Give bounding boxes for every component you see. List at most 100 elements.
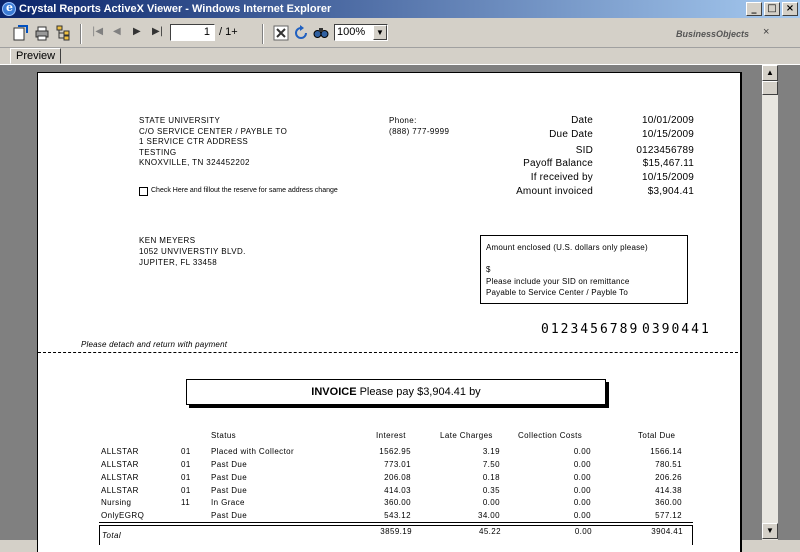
row-account: ALLSTAR xyxy=(101,473,139,482)
row-total: 360.00 xyxy=(655,498,682,507)
minimize-button[interactable]: _ xyxy=(746,2,762,16)
detach-line xyxy=(38,352,740,353)
summary-label: Date xyxy=(571,115,593,126)
last-page-icon[interactable]: ▶| xyxy=(152,26,163,37)
vertical-scrollbar[interactable]: ▲ ▼ xyxy=(762,65,778,540)
close-icon[interactable]: × xyxy=(763,26,769,38)
sender-line: TESTING xyxy=(139,148,177,157)
summary-value: 10/15/2009 xyxy=(641,172,694,183)
invoice-banner: INVOICE Please pay $3,904.41 by xyxy=(186,379,606,405)
row-total: 206.26 xyxy=(655,473,682,482)
zoom-select[interactable]: 100% ▼ xyxy=(334,24,388,41)
row-late: 34.00 xyxy=(477,511,500,520)
row-status: Past Due xyxy=(211,460,248,469)
group-tree-icon[interactable] xyxy=(56,25,72,41)
summary-value: 10/01/2009 xyxy=(641,115,694,126)
address-change-label: Check Here and fillout the reserve for s… xyxy=(151,187,338,194)
sender-line: STATE UNIVERSITY xyxy=(139,116,221,125)
row-code: 01 xyxy=(181,486,191,495)
total-label: Total xyxy=(102,531,122,540)
summary-label: Amount invoiced xyxy=(516,186,593,197)
scroll-up-icon[interactable]: ▲ xyxy=(762,65,778,81)
amount-barcode: 0390441 xyxy=(642,322,711,337)
row-status: Past Due xyxy=(211,486,248,495)
sid-barcode: 0123456789 xyxy=(541,322,640,337)
chevron-down-icon[interactable]: ▼ xyxy=(373,25,387,40)
remit-line: Payable to Service Center / Payble To xyxy=(486,288,628,297)
row-account: ALLSTAR xyxy=(101,447,139,456)
remit-currency: $ xyxy=(486,265,491,274)
previous-page-icon[interactable]: ◀ xyxy=(113,26,121,37)
row-total: 414.38 xyxy=(655,486,682,495)
preview-pane: STATE UNIVERSITY C/O SERVICE CENTER / PA… xyxy=(0,64,800,552)
row-total: 577.12 xyxy=(655,511,682,520)
export-icon[interactable] xyxy=(12,25,28,41)
row-interest: 543.12 xyxy=(384,511,411,520)
row-code: 01 xyxy=(181,460,191,469)
row-interest: 1562.95 xyxy=(379,447,411,456)
search-icon[interactable] xyxy=(313,25,329,41)
scroll-down-icon[interactable]: ▼ xyxy=(762,523,778,539)
page-total: / 1+ xyxy=(219,26,238,38)
row-code: 11 xyxy=(181,498,191,507)
row-interest: 773.01 xyxy=(384,460,411,469)
row-late: 0.35 xyxy=(482,486,500,495)
col-header-total: Total Due xyxy=(638,431,676,440)
scroll-thumb[interactable] xyxy=(762,81,778,95)
report-page: STATE UNIVERSITY C/O SERVICE CENTER / PA… xyxy=(37,72,742,552)
close-button[interactable]: × xyxy=(782,2,798,16)
total-late: 45.22 xyxy=(478,527,501,536)
row-collection: 0.00 xyxy=(573,511,591,520)
address-change-checkbox[interactable] xyxy=(139,187,148,196)
first-page-icon[interactable]: |◀ xyxy=(92,26,103,37)
row-interest: 206.08 xyxy=(384,473,411,482)
brand-logo: BusinessObjects xyxy=(676,29,750,39)
maximize-button[interactable]: □ xyxy=(764,2,780,16)
refresh-icon[interactable] xyxy=(293,25,309,41)
row-collection: 0.00 xyxy=(573,486,591,495)
row-total: 780.51 xyxy=(655,460,682,469)
row-collection: 0.00 xyxy=(573,460,591,469)
recipient-line: JUPITER, FL 33458 xyxy=(139,258,218,267)
summary-label: If received by xyxy=(530,172,593,183)
recipient-line: KEN MEYERS xyxy=(139,236,196,245)
invoice-text: Please pay $3,904.41 by xyxy=(359,386,481,398)
row-late: 0.18 xyxy=(482,473,500,482)
row-late: 0.00 xyxy=(482,498,500,507)
next-page-icon[interactable]: ▶ xyxy=(133,26,141,37)
close-view-icon[interactable] xyxy=(273,25,289,41)
invoice-title: INVOICE xyxy=(311,386,357,398)
tab-preview[interactable]: Preview xyxy=(10,48,62,64)
row-status: In Grace xyxy=(211,498,245,507)
remit-line: Please include your SID on remittance xyxy=(486,277,630,286)
row-collection: 0.00 xyxy=(573,498,591,507)
detach-note: Please detach and return with payment xyxy=(81,340,228,349)
summary-value: $15,467.11 xyxy=(642,158,694,169)
total-due: 3904.41 xyxy=(651,527,683,536)
print-icon[interactable] xyxy=(34,25,50,41)
title-bar: Crystal Reports ActiveX Viewer - Windows… xyxy=(0,0,800,18)
row-code: 01 xyxy=(181,473,191,482)
summary-value: 10/15/2009 xyxy=(641,129,694,140)
row-collection: 0.00 xyxy=(573,473,591,482)
summary-label: Due Date xyxy=(549,129,593,140)
ie-icon xyxy=(2,1,16,16)
row-total: 1566.14 xyxy=(650,447,682,456)
viewer-toolbar: |◀ ◀ ▶ ▶| 1 / 1+ 100% ▼ BusinessObjects × xyxy=(0,18,800,48)
recipient-line: 1052 UNVIVERSTIY BLVD. xyxy=(139,247,246,256)
row-late: 7.50 xyxy=(482,460,500,469)
row-account: ALLSTAR xyxy=(101,486,139,495)
row-account: Nursing xyxy=(101,498,132,507)
sender-line: KNOXVILLE, TN 324452202 xyxy=(139,158,250,167)
sender-line: C/O SERVICE CENTER / PAYBLE TO xyxy=(139,127,288,136)
row-late: 3.19 xyxy=(482,447,500,456)
row-interest: 360.00 xyxy=(384,498,411,507)
table-rule xyxy=(99,522,693,523)
summary-label: Payoff Balance xyxy=(523,158,593,169)
row-status: Placed with Collector xyxy=(211,447,295,456)
summary-value: $3,904.41 xyxy=(647,186,694,197)
phone-number: (888) 777-9999 xyxy=(389,127,450,136)
page-number-input[interactable]: 1 xyxy=(170,24,215,41)
remit-heading: Amount enclosed (U.S. dollars only pleas… xyxy=(486,243,648,252)
row-status: Past Due xyxy=(211,511,248,520)
